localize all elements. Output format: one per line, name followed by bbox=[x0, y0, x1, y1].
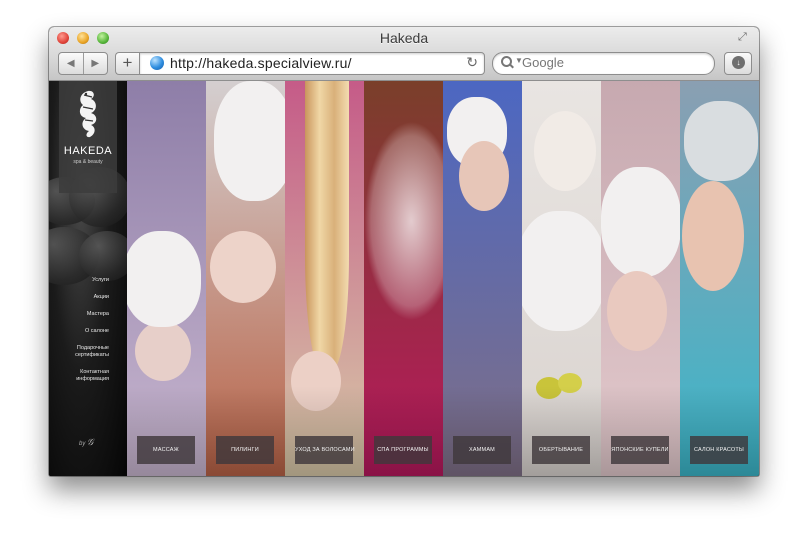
panel-beauty-salon[interactable]: САЛОН КРАСОТЫ bbox=[680, 81, 759, 476]
panel-photo-detail bbox=[682, 181, 744, 291]
logo-tagline: spa & beauty bbox=[73, 159, 103, 165]
reload-icon[interactable]: ↻ bbox=[466, 54, 478, 71]
add-bookmark-button[interactable]: + bbox=[115, 52, 139, 75]
back-button[interactable]: ◀ bbox=[59, 53, 83, 74]
panel-photo-detail bbox=[135, 321, 191, 381]
panel-photo-detail bbox=[364, 121, 443, 321]
panel-photo-detail bbox=[210, 231, 276, 303]
panel-photo-detail bbox=[601, 167, 680, 277]
download-icon: ↓ bbox=[732, 56, 745, 69]
panel-button-massage[interactable]: МАССАЖ bbox=[137, 436, 195, 464]
logo-name: HAKEDA bbox=[63, 145, 113, 157]
service-panels: МАССАЖ ПИЛИНГИ УХОД ЗА ВОЛОСАМИ СПА ПРОГ… bbox=[127, 81, 759, 476]
panel-button-beauty-salon[interactable]: САЛОН КРАСОТЫ bbox=[690, 436, 748, 464]
panel-button-hammam[interactable]: ХАММАМ bbox=[453, 436, 511, 464]
panel-photo-detail bbox=[214, 81, 285, 201]
decorative-stone bbox=[79, 231, 127, 281]
title-bar: Hakeda ⤢ ◀ ▶ + http://hakeda.specialview… bbox=[49, 27, 759, 81]
search-field[interactable]: ▼ Google bbox=[492, 52, 715, 75]
panel-button-hair-care[interactable]: УХОД ЗА ВОЛОСАМИ bbox=[295, 436, 355, 464]
panel-photo-detail bbox=[607, 271, 667, 351]
plus-icon: + bbox=[122, 53, 133, 72]
panel-japanese-baths[interactable]: ЯПОНСКИЕ КУПЕЛИ bbox=[601, 81, 680, 476]
panel-photo-detail bbox=[459, 141, 509, 211]
panel-massage[interactable]: МАССАЖ bbox=[127, 81, 206, 476]
panel-photo-detail bbox=[684, 101, 758, 181]
menu-item-gift-certificates[interactable]: Подарочные сертификаты bbox=[49, 345, 109, 359]
menu-item-about[interactable]: О салоне bbox=[49, 328, 109, 335]
downloads-button[interactable]: ↓ bbox=[724, 52, 752, 75]
address-bar[interactable]: http://hakeda.specialview.ru/ ↻ bbox=[139, 52, 485, 75]
panel-photo-detail bbox=[127, 231, 201, 327]
panel-hair-care[interactable]: УХОД ЗА ВОЛОСАМИ bbox=[285, 81, 364, 476]
main-menu: Услуги Акции Мастера О салоне Подарочные… bbox=[49, 277, 109, 393]
signature-logo: 𝒢 bbox=[87, 437, 94, 447]
menu-item-promotions[interactable]: Акции bbox=[49, 294, 109, 301]
forward-arrow-icon: ▶ bbox=[91, 58, 100, 69]
back-arrow-icon: ◀ bbox=[66, 58, 75, 69]
developer-credit[interactable]: by 𝒢 bbox=[79, 437, 93, 448]
logo[interactable]: HAKEDA spa & beauty bbox=[59, 81, 117, 193]
menu-item-services[interactable]: Услуги bbox=[49, 277, 109, 284]
panel-button-body-wraps[interactable]: ОБЕРТЫВАНИЕ bbox=[532, 436, 590, 464]
panel-button-peeling[interactable]: ПИЛИНГИ bbox=[216, 436, 274, 464]
page-content: HAKEDA spa & beauty Услуги Акции Мастера… bbox=[49, 81, 759, 476]
panel-photo-detail bbox=[522, 211, 601, 331]
sidebar: HAKEDA spa & beauty Услуги Акции Мастера… bbox=[49, 81, 127, 476]
window-title: Hakeda bbox=[379, 30, 429, 46]
panel-photo-detail bbox=[305, 81, 349, 371]
search-placeholder: Google bbox=[522, 55, 564, 70]
fullscreen-icon[interactable]: ⤢ bbox=[738, 31, 752, 45]
panel-button-japanese-baths[interactable]: ЯПОНСКИЕ КУПЕЛИ bbox=[611, 436, 669, 464]
credit-text: by bbox=[79, 441, 86, 447]
browser-window: Hakeda ⤢ ◀ ▶ + http://hakeda.specialview… bbox=[49, 27, 759, 476]
forward-button[interactable]: ▶ bbox=[82, 53, 108, 74]
history-navigation: ◀ ▶ bbox=[58, 52, 108, 75]
panel-peeling[interactable]: ПИЛИНГИ bbox=[206, 81, 285, 476]
search-icon bbox=[501, 56, 514, 69]
menu-item-contacts[interactable]: Контактная информация bbox=[49, 369, 109, 383]
panel-hammam[interactable]: ХАММАМ bbox=[443, 81, 522, 476]
menu-item-masters[interactable]: Мастера bbox=[49, 311, 109, 318]
panel-photo-detail bbox=[534, 111, 596, 191]
address-bar-url: http://hakeda.specialview.ru/ bbox=[170, 55, 352, 71]
panel-spa-programs[interactable]: СПА ПРОГРАММЫ bbox=[364, 81, 443, 476]
dragon-icon bbox=[79, 90, 97, 138]
globe-icon bbox=[150, 56, 164, 70]
panel-body-wraps[interactable]: ОБЕРТЫВАНИЕ bbox=[522, 81, 601, 476]
panel-button-spa-programs[interactable]: СПА ПРОГРАММЫ bbox=[374, 436, 432, 464]
